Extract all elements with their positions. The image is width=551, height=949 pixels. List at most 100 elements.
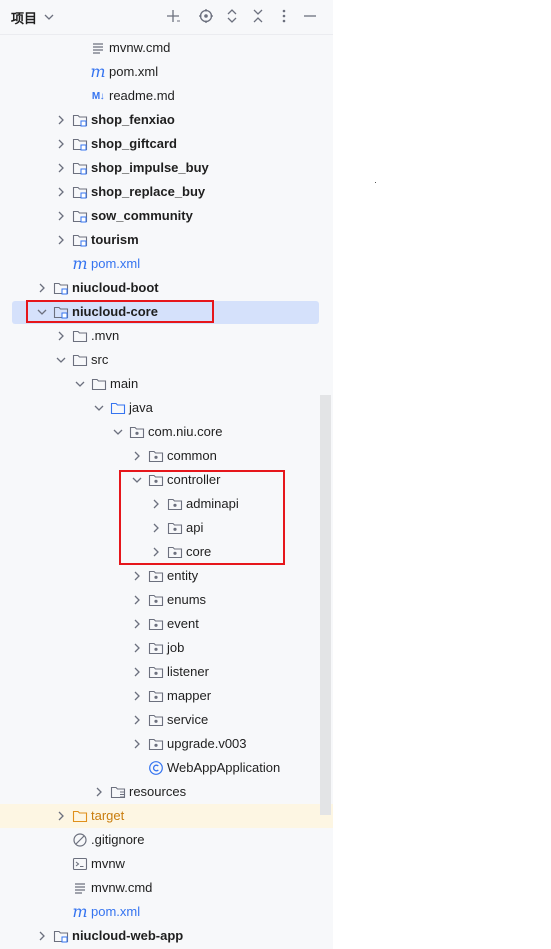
tree-row[interactable]: service [0, 708, 333, 732]
chevron-right-icon[interactable] [35, 281, 49, 295]
tree-row[interactable]: mapper [0, 684, 333, 708]
package-icon [148, 448, 164, 464]
tree-item-label: listener [167, 664, 209, 679]
tree-row[interactable]: enums [0, 588, 333, 612]
chevron-down-icon [44, 14, 54, 20]
tree-item-label: .gitignore [91, 832, 145, 847]
tree-row[interactable]: api [0, 516, 333, 540]
tree-row[interactable]: adminapi [0, 492, 333, 516]
tree-row[interactable]: shop_impulse_buy [0, 156, 333, 180]
tree-item-label: mvnw.cmd [91, 880, 153, 895]
tree-row[interactable]: M↓ readme.md [0, 84, 333, 108]
chevron-down-icon[interactable] [130, 473, 144, 487]
package-icon [167, 496, 183, 512]
chevron-right-icon[interactable] [54, 809, 68, 823]
tree-row[interactable]: mvnw.cmd [0, 876, 333, 900]
tree-row[interactable]: src [0, 348, 333, 372]
module-folder-icon [72, 160, 88, 176]
package-icon [167, 544, 183, 560]
tree-row[interactable]: shop_giftcard [0, 132, 333, 156]
tree-item-label: pom.xml [109, 64, 159, 79]
tree-row[interactable]: mvnw [0, 852, 333, 876]
tree-row[interactable]: m pom.xml [0, 252, 333, 276]
chevron-right-icon[interactable] [130, 641, 144, 655]
chevron-right-icon[interactable] [130, 737, 144, 751]
chevron-right-icon[interactable] [54, 137, 68, 151]
stray-dot [375, 182, 376, 183]
chevron-right-icon[interactable] [54, 161, 68, 175]
chevron-right-icon[interactable] [149, 521, 163, 535]
chevron-right-icon[interactable] [130, 713, 144, 727]
tree-row[interactable]: niucloud-web-app [0, 924, 333, 948]
tree-row[interactable]: m pom.xml [0, 60, 333, 84]
tree-row[interactable]: entity [0, 564, 333, 588]
chevron-down-icon[interactable] [54, 353, 68, 367]
tree-row[interactable]: mvnw.cmd [0, 36, 333, 60]
tree-item-label: controller [167, 472, 221, 487]
tree-row[interactable]: m pom.xml [0, 900, 333, 924]
tree-item-label: enums [167, 592, 207, 607]
minimize-icon[interactable] [301, 7, 319, 25]
tree-row[interactable]: common [0, 444, 333, 468]
tree-row[interactable]: com.niu.core [0, 420, 333, 444]
tree-row[interactable]: WebAppApplication [0, 756, 333, 780]
tree-item-label: job [167, 640, 185, 655]
chevron-right-icon[interactable] [130, 665, 144, 679]
expand-all-icon[interactable] [223, 7, 241, 25]
chevron-down-icon[interactable] [111, 425, 125, 439]
class-icon [148, 760, 164, 776]
tree-row[interactable]: main [0, 372, 333, 396]
chevron-right-icon[interactable] [130, 449, 144, 463]
tree-row[interactable]: job [0, 636, 333, 660]
tree-row[interactable]: niucloud-core [0, 300, 333, 324]
chevron-right-icon[interactable] [130, 689, 144, 703]
tree-item-label: niucloud-boot [72, 280, 159, 295]
chevron-right-icon[interactable] [130, 569, 144, 583]
chevron-right-icon[interactable] [54, 185, 68, 199]
ignore-file-icon [72, 832, 88, 848]
tree-row[interactable]: target [0, 804, 333, 828]
tree-row[interactable]: resources [0, 780, 333, 804]
chevron-down-icon[interactable] [92, 401, 106, 415]
chevron-right-icon[interactable] [130, 593, 144, 607]
tree-row[interactable]: listener [0, 660, 333, 684]
tree-row[interactable]: .gitignore [0, 828, 333, 852]
tree-row[interactable]: upgrade.v003 [0, 732, 333, 756]
tree-row[interactable]: .mvn [0, 324, 333, 348]
chevron-right-icon[interactable] [149, 545, 163, 559]
excluded-folder-icon [72, 808, 88, 824]
tree-row[interactable]: event [0, 612, 333, 636]
tree-item-label: src [91, 352, 109, 367]
tree-row[interactable]: sow_community [0, 204, 333, 228]
tree-row[interactable]: niucloud-boot [0, 276, 333, 300]
add-icon[interactable] [164, 7, 182, 25]
project-view-selector[interactable]: 项目 [11, 8, 56, 26]
chevron-right-icon[interactable] [54, 233, 68, 247]
collapse-all-icon[interactable] [249, 7, 267, 25]
chevron-right-icon[interactable] [130, 617, 144, 631]
chevron-right-icon[interactable] [54, 113, 68, 127]
chevron-right-icon[interactable] [54, 209, 68, 223]
tree-row[interactable]: shop_replace_buy [0, 180, 333, 204]
package-icon [148, 736, 164, 752]
tree-row[interactable]: tourism [0, 228, 333, 252]
module-folder-icon [53, 304, 69, 320]
chevron-right-icon[interactable] [35, 929, 49, 943]
tree-row[interactable]: core [0, 540, 333, 564]
chevron-right-icon[interactable] [54, 329, 68, 343]
source-folder-icon [110, 400, 126, 416]
chevron-down-icon[interactable] [35, 305, 49, 319]
locate-icon[interactable] [197, 7, 215, 25]
package-icon [148, 472, 164, 488]
chevron-right-icon[interactable] [92, 785, 106, 799]
more-icon[interactable] [275, 7, 293, 25]
tree-row[interactable]: java [0, 396, 333, 420]
tree-item-label: shop_impulse_buy [91, 160, 209, 175]
tree-item-label: target [91, 808, 125, 823]
tree-row[interactable]: shop_fenxiao [0, 108, 333, 132]
tree-row[interactable]: controller [0, 468, 333, 492]
vertical-scrollbar[interactable] [320, 395, 331, 815]
package-icon [167, 520, 183, 536]
chevron-right-icon[interactable] [149, 497, 163, 511]
chevron-down-icon[interactable] [73, 377, 87, 391]
